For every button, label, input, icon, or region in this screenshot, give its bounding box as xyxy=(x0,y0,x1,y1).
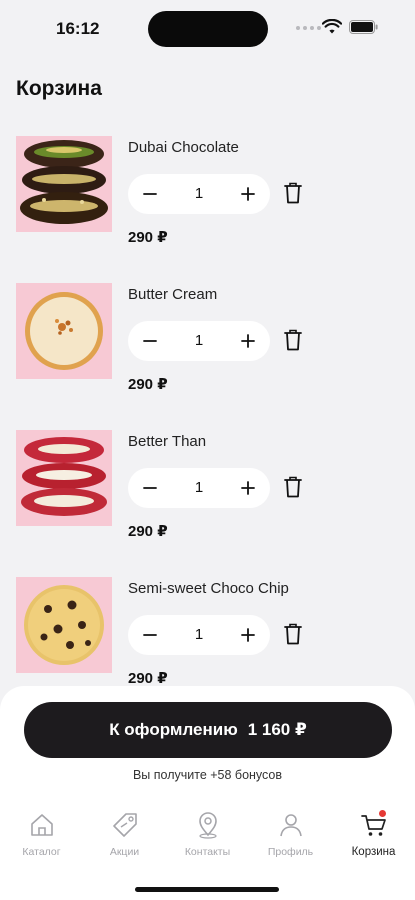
decrease-button[interactable] xyxy=(130,468,170,508)
tab-promotions[interactable]: Акции xyxy=(83,806,166,866)
cart-item-butter-cream: Butter Cream 1 290 ₽ xyxy=(16,283,406,403)
plus-icon xyxy=(241,334,255,348)
tab-catalog[interactable]: Каталог xyxy=(0,806,83,866)
trash-icon[interactable] xyxy=(284,329,302,351)
tab-bar: Каталог Акции Контакты Профиль Корзина xyxy=(0,806,415,866)
item-name: Butter Cream xyxy=(128,286,218,303)
quantity-stepper: 1 xyxy=(128,321,270,361)
quantity-value: 1 xyxy=(194,626,204,643)
item-price: 290 ₽ xyxy=(128,376,168,393)
location-icon xyxy=(198,812,217,839)
trash-icon[interactable] xyxy=(284,182,302,204)
increase-button[interactable] xyxy=(228,615,268,655)
checkout-total: 1 160 ₽ xyxy=(247,720,307,739)
item-name: Dubai Chocolate xyxy=(128,139,239,156)
item-price: 290 ₽ xyxy=(128,523,168,540)
minus-icon xyxy=(143,340,157,342)
quantity-stepper: 1 xyxy=(128,174,270,214)
tab-profile[interactable]: Профиль xyxy=(249,806,332,866)
home-icon xyxy=(30,814,53,836)
quantity-value: 1 xyxy=(194,185,204,202)
home-indicator xyxy=(135,887,279,892)
plus-icon xyxy=(241,187,255,201)
status-time: 16:12 xyxy=(56,19,100,38)
decrease-button[interactable] xyxy=(130,321,170,361)
decrease-button[interactable] xyxy=(130,615,170,655)
battery-icon xyxy=(349,20,378,34)
cart-badge xyxy=(379,810,386,817)
product-image[interactable] xyxy=(16,430,112,526)
signal-icon xyxy=(296,26,321,30)
checkout-panel: К оформлению 1 160 ₽ Вы получите +58 бон… xyxy=(0,686,415,900)
trash-icon[interactable] xyxy=(284,623,302,645)
tab-label: Каталог xyxy=(22,846,61,858)
page-title: Корзина xyxy=(16,77,102,100)
minus-icon xyxy=(143,634,157,636)
minus-icon xyxy=(143,487,157,489)
tag-icon xyxy=(112,813,137,837)
checkout-label: К оформлению xyxy=(109,720,238,739)
checkout-button[interactable]: К оформлению 1 160 ₽ xyxy=(24,702,392,758)
tab-label: Акции xyxy=(109,846,140,858)
quantity-stepper: 1 xyxy=(128,615,270,655)
plus-icon xyxy=(241,481,255,495)
minus-icon xyxy=(143,193,157,195)
product-image[interactable] xyxy=(16,136,112,232)
decrease-button[interactable] xyxy=(130,174,170,214)
tab-label: Корзина xyxy=(351,846,396,858)
quantity-value: 1 xyxy=(194,332,204,349)
increase-button[interactable] xyxy=(228,321,268,361)
cart-item-semi-sweet-choco-chip: Semi-sweet Choco Chip 1 290 ₽ xyxy=(16,577,406,697)
tab-label: Профиль xyxy=(267,846,314,858)
plus-icon xyxy=(241,628,255,642)
tab-cart[interactable]: Корзина xyxy=(332,806,415,866)
user-icon xyxy=(279,814,302,837)
increase-button[interactable] xyxy=(228,174,268,214)
tab-label: Контакты xyxy=(184,846,231,858)
cart-item-better-than: Better Than 1 290 ₽ xyxy=(16,430,406,550)
wifi-icon xyxy=(322,19,342,34)
quantity-stepper: 1 xyxy=(128,468,270,508)
tab-contacts[interactable]: Контакты xyxy=(166,806,249,866)
product-image[interactable] xyxy=(16,577,112,673)
product-image[interactable] xyxy=(16,283,112,379)
bonus-note: Вы получите +58 бонусов xyxy=(132,768,283,782)
item-price: 290 ₽ xyxy=(128,670,168,687)
item-name: Better Than xyxy=(128,433,207,450)
dynamic-island xyxy=(148,11,268,47)
trash-icon[interactable] xyxy=(284,476,302,498)
status-bar: 16:12 xyxy=(0,0,415,56)
item-name: Semi-sweet Choco Chip xyxy=(128,580,289,597)
cart-item-dubai-chocolate: Dubai Chocolate 1 290 ₽ xyxy=(16,136,406,256)
quantity-value: 1 xyxy=(194,479,204,496)
item-price: 290 ₽ xyxy=(128,229,168,246)
increase-button[interactable] xyxy=(228,468,268,508)
